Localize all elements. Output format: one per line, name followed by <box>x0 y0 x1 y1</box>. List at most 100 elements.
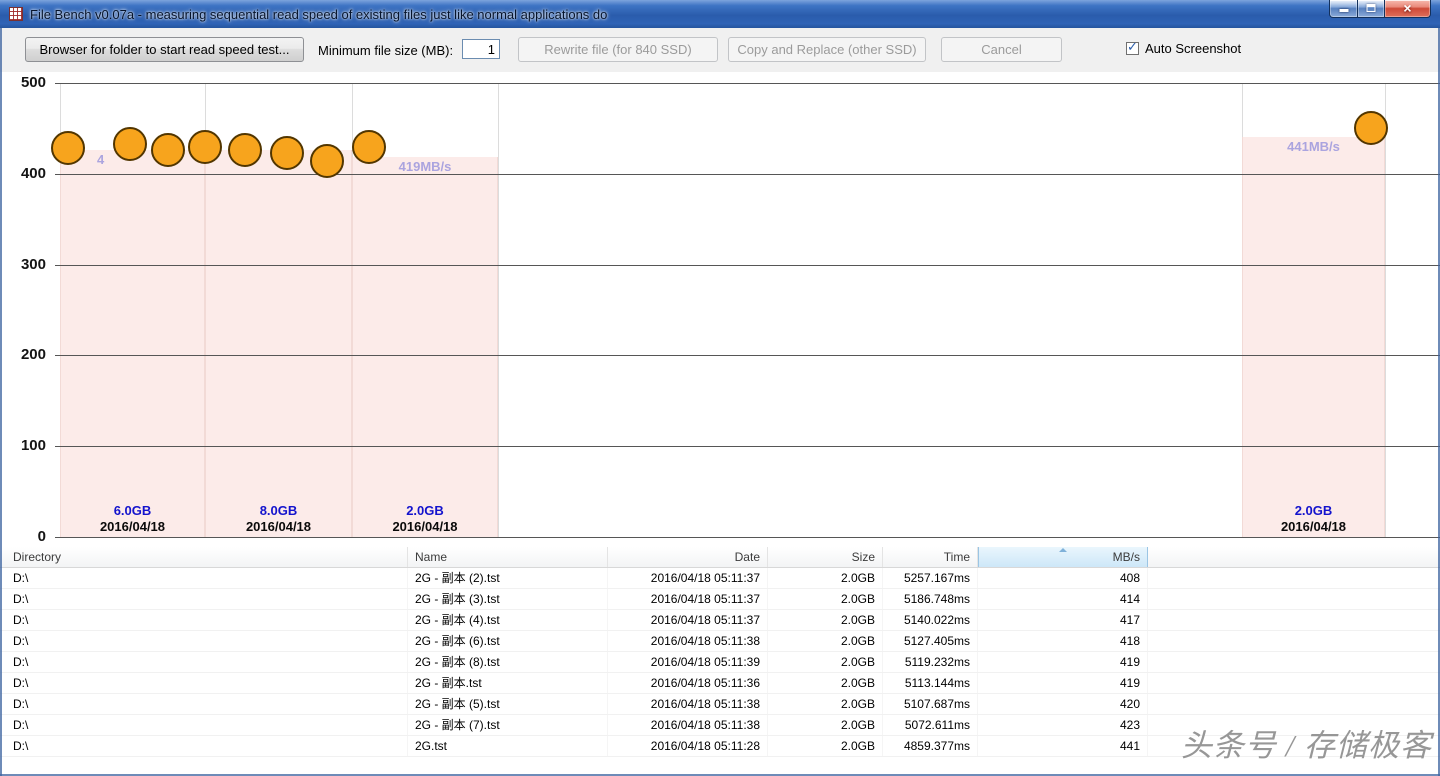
data-point-circle <box>228 133 262 167</box>
table-row[interactable]: D:\ 2G - 副本 (8).tst 2016/04/18 05:11:39 2.0… <box>0 652 1440 673</box>
band-size-label: 6.0GB <box>113 503 152 518</box>
data-point-circle <box>270 136 304 170</box>
checkmark-icon: ✓ <box>1127 39 1138 54</box>
cell-filler <box>1148 568 1440 588</box>
column-header-label: Directory <box>13 550 62 564</box>
cell-mbs: 441 <box>978 736 1148 756</box>
band-speed-label-partial: 4 <box>97 152 105 167</box>
min-file-size-label: Minimum file size (MB): <box>318 43 454 58</box>
chart-gridline <box>55 355 1440 356</box>
app-icon <box>9 7 23 21</box>
copy-replace-button[interactable]: Copy and Replace (other SSD) <box>728 37 926 62</box>
table-row[interactable]: D:\ 2G - 副本.tst 2016/04/18 05:11:36 2.0GB 51… <box>0 673 1440 694</box>
window-title: File Bench v0.07a - measuring sequential… <box>30 7 608 22</box>
cell-name: 2G - 副本 (5).tst <box>408 694 608 714</box>
cell-name: 2G - 副本 (4).tst <box>408 610 608 630</box>
auto-screenshot-checkbox[interactable]: ✓ Auto Screenshot <box>1126 39 1241 56</box>
close-icon: × <box>1403 0 1412 16</box>
browse-folder-button[interactable]: Browser for folder to start read speed t… <box>25 37 304 62</box>
cell-mbs: 419 <box>978 652 1148 672</box>
cell-size: 2.0GB <box>768 610 883 630</box>
cell-time: 5257.167ms <box>883 568 978 588</box>
cell-filler <box>1148 631 1440 651</box>
cell-date: 2016/04/18 05:11:38 <box>608 694 768 714</box>
y-axis-tick-label: 300 <box>20 256 46 273</box>
titlebar[interactable]: File Bench v0.07a - measuring sequential… <box>0 0 1440 28</box>
band-edge-line <box>1385 83 1386 537</box>
cell-size: 2.0GB <box>768 715 883 735</box>
cell-mbs: 423 <box>978 715 1148 735</box>
maximize-button[interactable] <box>1357 0 1385 18</box>
close-button[interactable]: × <box>1384 0 1431 18</box>
column-header-directory[interactable]: Directory <box>0 547 408 567</box>
cell-date: 2016/04/18 05:11:38 <box>608 631 768 651</box>
band-date-label: 2016/04/18 <box>99 519 166 534</box>
table-row[interactable]: D:\ 2G - 副本 (5).tst 2016/04/18 05:11:38 2.0… <box>0 694 1440 715</box>
column-header-name[interactable]: Name <box>408 547 608 567</box>
cell-name: 2G - 副本 (7).tst <box>408 715 608 735</box>
cell-mbs: 420 <box>978 694 1148 714</box>
cell-time: 5113.144ms <box>883 673 978 693</box>
cell-directory: D:\ <box>0 568 408 588</box>
cell-directory: D:\ <box>0 715 408 735</box>
cell-time: 5140.022ms <box>883 610 978 630</box>
cell-mbs: 408 <box>978 568 1148 588</box>
window-controls: × <box>1329 0 1431 18</box>
table-row[interactable]: D:\ 2G - 副本 (3).tst 2016/04/18 05:11:37 2.0… <box>0 589 1440 610</box>
cell-filler <box>1148 610 1440 630</box>
cell-date: 2016/04/18 05:11:28 <box>608 736 768 756</box>
cell-size: 2.0GB <box>768 652 883 672</box>
test-band <box>352 157 498 537</box>
column-header-time[interactable]: Time <box>883 547 978 567</box>
cell-date: 2016/04/18 05:11:37 <box>608 568 768 588</box>
column-header-label: Size <box>851 550 875 564</box>
cell-size: 2.0GB <box>768 694 883 714</box>
auto-screenshot-checkbox-box[interactable]: ✓ <box>1126 39 1139 55</box>
table-row[interactable]: D:\ 2G - 副本 (2).tst 2016/04/18 05:11:37 2.0… <box>0 568 1440 589</box>
cell-time: 5072.611ms <box>883 715 978 735</box>
rewrite-file-button[interactable]: Rewrite file (for 840 SSD) <box>518 37 718 62</box>
cell-date: 2016/04/18 05:11:37 <box>608 610 768 630</box>
column-header-mbs[interactable]: MB/s <box>978 547 1148 567</box>
data-point-circle <box>310 144 344 178</box>
band-edge-line <box>498 83 499 537</box>
band-date-label: 2016/04/18 <box>392 519 458 534</box>
minimize-button[interactable] <box>1329 0 1358 18</box>
band-size-label: 2.0GB <box>1294 503 1333 518</box>
maximize-icon <box>1366 4 1376 12</box>
cell-size: 2.0GB <box>768 631 883 651</box>
data-point-circle <box>51 131 85 165</box>
minimize-icon <box>1339 9 1348 12</box>
app-window: File Bench v0.07a - measuring sequential… <box>0 0 1440 776</box>
cell-directory: D:\ <box>0 673 408 693</box>
cell-mbs: 419 <box>978 673 1148 693</box>
data-point-circle <box>151 133 185 167</box>
cell-name: 2G - 副本 (6).tst <box>408 631 608 651</box>
cell-time: 5186.748ms <box>883 589 978 609</box>
data-point-circle <box>188 130 222 164</box>
cell-directory: D:\ <box>0 736 408 756</box>
table-row[interactable]: D:\ 2G - 副本 (4).tst 2016/04/18 05:11:37 2.0… <box>0 610 1440 631</box>
y-axis-tick-label: 100 <box>20 437 46 454</box>
y-axis-tick-label: 0 <box>37 528 46 545</box>
cell-directory: D:\ <box>0 589 408 609</box>
data-point-circle <box>1354 111 1388 145</box>
cancel-button[interactable]: Cancel <box>941 37 1062 62</box>
cell-directory: D:\ <box>0 652 408 672</box>
band-date-label: 2016/04/18 <box>1280 519 1347 534</box>
y-axis-tick-label: 200 <box>20 346 46 363</box>
column-header-label: Date <box>734 550 760 564</box>
min-file-size-input[interactable] <box>462 39 500 59</box>
chart: 6.0GB 2016/04/18 8.0GB 2016/04/18 419MB/s 2.0… <box>0 72 1440 547</box>
cell-date: 2016/04/18 05:11:38 <box>608 715 768 735</box>
chart-gridline <box>55 174 1440 175</box>
cell-name: 2G - 副本.tst <box>408 673 608 693</box>
sort-ascending-icon <box>1059 548 1067 552</box>
band-date-label: 2016/04/18 <box>245 519 312 534</box>
chart-gridline <box>55 537 1440 538</box>
cell-mbs: 417 <box>978 610 1148 630</box>
table-header: Directory Name Date Size Time MB/s <box>0 547 1440 568</box>
column-header-date[interactable]: Date <box>608 547 768 567</box>
column-header-size[interactable]: Size <box>768 547 883 567</box>
table-row[interactable]: D:\ 2G - 副本 (6).tst 2016/04/18 05:11:38 2.0… <box>0 631 1440 652</box>
